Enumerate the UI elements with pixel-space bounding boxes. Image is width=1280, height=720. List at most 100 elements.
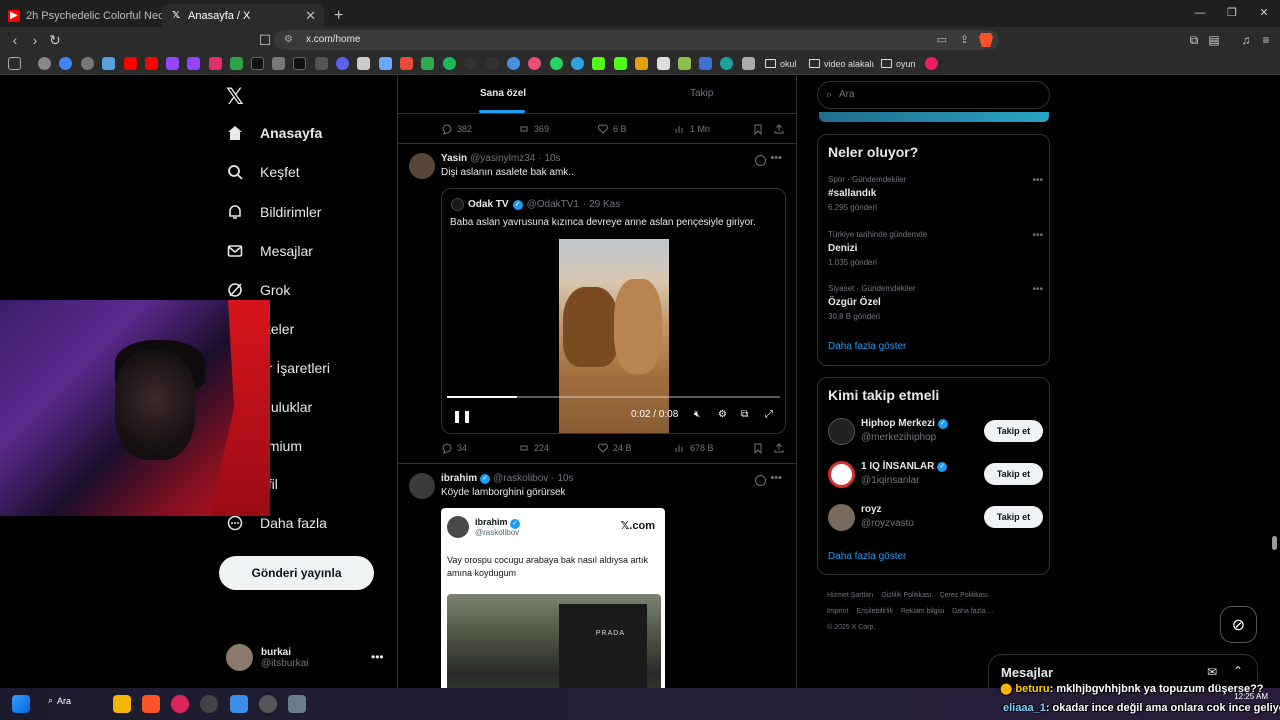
tweet[interactable]: ibrahim ✓ @raskolibov · 10s ••• Köyde la… (398, 464, 796, 688)
x-icon[interactable] (251, 57, 264, 70)
search-input[interactable]: ⌕ Ara (817, 81, 1050, 109)
folder-okul[interactable]: okul (765, 56, 797, 71)
brave-shields-icon[interactable] (979, 33, 993, 47)
grok-button[interactable]: ⊘ (1220, 606, 1257, 643)
author-name[interactable]: ibrahim (441, 473, 477, 484)
nav-more[interactable]: Daha fazla (226, 514, 327, 532)
google-icon[interactable] (59, 57, 72, 70)
bookmark-button[interactable] (752, 442, 764, 454)
footer-link[interactable]: Erişilebilirlik (856, 608, 893, 615)
twitch-icon[interactable] (166, 57, 179, 70)
account-switcher[interactable]: burkai @itsburkai ••• (226, 644, 384, 671)
bookmark-site-icon[interactable] (102, 57, 115, 70)
tweet-image[interactable]: ibrahim ✓ @raskolibov 𝕏.com Vay orospu c… (441, 508, 665, 688)
pause-button[interactable]: ❚❚ (452, 409, 472, 423)
kick-icon[interactable] (614, 57, 627, 70)
bookmark-site-icon[interactable] (528, 57, 541, 70)
follow-button[interactable]: Takip et (984, 506, 1043, 528)
scrollbar-thumb[interactable] (1272, 536, 1277, 550)
mute-icon[interactable]: 🔇︎ (694, 409, 700, 420)
quoted-tweet[interactable]: Odak TV ✓ @OdakTV1 · 29 Kas Baba aslan y… (441, 188, 786, 434)
telegram-icon[interactable] (571, 57, 584, 70)
nav-notifications[interactable]: Bildirimler (226, 203, 321, 221)
repost-button[interactable]: 224 (518, 442, 549, 454)
follow-button[interactable]: Takip et (984, 463, 1043, 485)
nav-grok[interactable]: Grok (226, 281, 290, 299)
file-explorer-icon[interactable] (113, 695, 131, 713)
nav-messages[interactable]: Mesajlar (226, 242, 313, 260)
scrollbar[interactable] (1270, 76, 1278, 688)
footer-link[interactable]: Hizmet Şartları (827, 592, 873, 599)
cast-icon[interactable]: ▭ (937, 30, 947, 50)
show-more-suggestions-link[interactable]: Daha fazla göster (828, 551, 906, 562)
bookmark-site-icon[interactable] (464, 57, 477, 70)
bookmark-site-icon[interactable] (230, 57, 243, 70)
folder-oyun[interactable]: oyun (881, 56, 916, 71)
author-handle[interactable]: @yasinylmz34 (470, 153, 535, 164)
grok-icon[interactable] (755, 475, 766, 486)
reload-button[interactable]: ↻ (46, 31, 64, 49)
bookmark-site-icon[interactable] (272, 57, 285, 70)
tab-following[interactable]: Takip (690, 88, 713, 99)
avatar[interactable] (409, 153, 435, 179)
tab-youtube[interactable]: ▶ 2h Psychedelic Colorful Neon Backg (0, 4, 162, 27)
sidebar-icon[interactable]: ▤ (1206, 32, 1222, 48)
url-field[interactable]: ⚙ x.com/home ▭ ⇪ (274, 30, 999, 50)
share-icon[interactable]: ⇪ (960, 30, 969, 50)
apps-icon[interactable] (8, 57, 21, 70)
tab-x-home[interactable]: 𝕏 Anasayfa / X ✕ (162, 4, 324, 27)
like-button[interactable]: 6 B (597, 123, 627, 135)
follow-suggestion[interactable]: royz @royzvasto Takip et (828, 504, 1043, 534)
photos-icon[interactable] (230, 695, 248, 713)
back-button[interactable]: ‹ (6, 31, 24, 49)
more-options-icon[interactable]: ••• (1032, 284, 1043, 295)
nav-home[interactable]: Anasayfa (226, 124, 322, 142)
bookmark-icon[interactable]: ☐ (256, 31, 274, 49)
brave-icon[interactable] (142, 695, 160, 713)
post-time[interactable]: · 10s (551, 473, 573, 484)
follow-suggestion[interactable]: 1 IQ İNSANLAR ✓ @1iqinsanlar Takip et (828, 461, 1043, 491)
repost-button[interactable]: 369 (518, 123, 549, 135)
footer-link[interactable]: Imprint (827, 608, 848, 615)
footer-link[interactable]: Daha fazla ... (952, 608, 993, 615)
views-button[interactable]: 678 B (674, 442, 714, 454)
more-options-icon[interactable]: ••• (770, 152, 782, 164)
bookmark-site-icon[interactable] (657, 57, 670, 70)
avatar[interactable] (409, 473, 435, 499)
author-handle[interactable]: @raskolibov (493, 473, 548, 484)
trend-item[interactable]: Siyaset · Gündemdekiler Özgür Özel 30,8 … (828, 284, 1043, 321)
tab-for-you[interactable]: Sana özel (480, 88, 526, 99)
settings-icon[interactable]: ⚙ (718, 409, 727, 420)
bookmark-site-icon[interactable] (81, 57, 94, 70)
nav-explore[interactable]: Keşfet (226, 163, 300, 181)
app-icon[interactable] (200, 695, 218, 713)
minimize-button[interactable]: — (1184, 0, 1216, 27)
video-progress-bar[interactable] (447, 396, 780, 398)
history-icon[interactable] (38, 57, 51, 70)
youtube-icon[interactable] (124, 57, 137, 70)
bookmark-site-icon[interactable] (699, 57, 712, 70)
spotify-icon[interactable] (443, 57, 456, 70)
bookmark-site-icon[interactable] (635, 57, 648, 70)
gmail-icon[interactable] (400, 57, 413, 70)
more-options-icon[interactable]: ••• (1032, 175, 1043, 186)
bookmark-site-icon[interactable] (379, 57, 392, 70)
bookmark-site-icon[interactable] (720, 57, 733, 70)
bookmark-site-icon[interactable] (507, 57, 520, 70)
drive-icon[interactable] (421, 57, 434, 70)
media-player-icon[interactable] (171, 695, 189, 713)
tiktok-icon[interactable] (293, 57, 306, 70)
footer-link[interactable]: Çerez Politikası (939, 592, 988, 599)
footer-link[interactable]: Gizlilik Politikası (881, 592, 931, 599)
author-name[interactable]: Yasin (441, 153, 467, 164)
expand-icon[interactable]: ⌃ (1233, 664, 1243, 678)
follow-suggestion[interactable]: Hiphop Merkezi ✓ @merkezihiphop Takip et (828, 418, 1043, 448)
share-button[interactable] (773, 123, 785, 135)
media-icon[interactable]: ♫ (1238, 32, 1254, 48)
bookmark-site-icon[interactable] (357, 57, 370, 70)
grok-icon[interactable] (755, 155, 766, 166)
bookmark-site-icon[interactable] (678, 57, 691, 70)
more-options-icon[interactable]: ••• (371, 650, 384, 664)
tweet[interactable]: Yasin @yasinylmz34 · 10s ••• Dişi aslanı… (398, 144, 796, 464)
bookmark-button[interactable] (752, 123, 764, 135)
